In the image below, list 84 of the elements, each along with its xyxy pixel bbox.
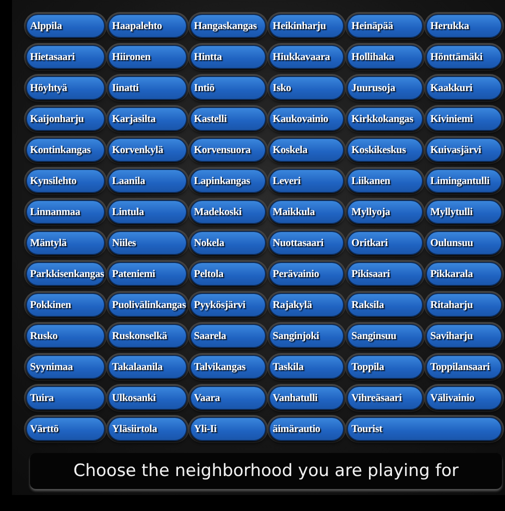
neighborhood-button[interactable]: Kuivasjärvi — [426, 138, 502, 162]
neighborhood-button[interactable]: Liikanen — [347, 169, 424, 193]
neighborhood-button[interactable]: Kaakkuri — [426, 76, 502, 100]
neighborhood-button[interactable]: Vaara — [190, 386, 266, 410]
neighborhood-button[interactable]: Kynsilehto — [26, 169, 106, 193]
neighborhood-button[interactable]: Iinatti — [108, 76, 187, 100]
neighborhood-button[interactable]: Kaukovainio — [268, 107, 344, 131]
neighborhood-button[interactable]: Niiles — [108, 231, 187, 255]
neighborhood-button[interactable]: Kiviniemi — [426, 107, 502, 131]
prompt-text: Choose the neighborhood you are playing for — [30, 453, 502, 489]
neighborhood-button[interactable]: Hollihaka — [347, 45, 424, 69]
neighborhood-button[interactable]: Isko — [268, 76, 344, 100]
neighborhood-button[interactable]: Madekoski — [190, 200, 266, 224]
neighborhood-button[interactable]: Oritkari — [347, 231, 424, 255]
neighborhood-button[interactable]: Peltola — [190, 262, 266, 286]
neighborhood-button[interactable]: Nuottasaari — [268, 231, 344, 255]
neighborhood-button[interactable]: Alppila — [26, 14, 106, 38]
neighborhood-button[interactable]: Oulunsuu — [426, 231, 502, 255]
neighborhood-button[interactable]: Saarela — [190, 324, 266, 348]
neighborhood-button[interactable]: Toppilansaari — [426, 355, 502, 379]
neighborhood-button[interactable]: Heikinharju — [268, 14, 344, 38]
neighborhood-button[interactable]: Ruskonselkä — [108, 324, 187, 348]
neighborhood-button[interactable]: Välivainio — [426, 386, 502, 410]
neighborhood-button[interactable]: Värttö — [26, 417, 106, 441]
neighborhood-button[interactable]: Haapalehto — [108, 14, 187, 38]
neighborhood-button[interactable]: Tourist — [347, 417, 502, 441]
neighborhood-button[interactable]: Ulkosanki — [108, 386, 187, 410]
neighborhood-button[interactable]: Kirkkokangas — [347, 107, 424, 131]
neighborhood-button[interactable]: Pokkinen — [26, 293, 106, 317]
neighborhood-button[interactable]: Hietasaari — [26, 45, 106, 69]
neighborhood-button[interactable]: Leveri — [268, 169, 344, 193]
neighborhood-button[interactable]: Hönttämäki — [426, 45, 502, 69]
neighborhood-button[interactable]: Raksila — [347, 293, 424, 317]
neighborhood-button[interactable]: Toppila — [347, 355, 424, 379]
neighborhood-button[interactable]: Koskikeskus — [347, 138, 424, 162]
neighborhood-button[interactable]: Sanginjoki — [268, 324, 344, 348]
neighborhood-button[interactable]: Hintta — [190, 45, 266, 69]
neighborhood-button[interactable]: Takalaanila — [108, 355, 187, 379]
neighborhood-button[interactable]: Nokela — [190, 231, 266, 255]
neighborhood-button[interactable]: äimärautio — [268, 417, 344, 441]
neighborhood-button[interactable]: Kontinkangas — [26, 138, 106, 162]
neighborhood-button[interactable]: Mäntylä — [26, 231, 106, 255]
neighborhood-button[interactable]: Kastelli — [190, 107, 266, 131]
neighborhood-button[interactable]: Ritaharju — [426, 293, 502, 317]
neighborhood-button[interactable]: Korvensuora — [190, 138, 266, 162]
neighborhood-button[interactable]: Koskela — [268, 138, 344, 162]
neighborhood-button[interactable]: Myllytulli — [426, 200, 502, 224]
neighborhood-button[interactable]: Herukka — [426, 14, 502, 38]
neighborhood-button[interactable]: Yläsiirtola — [108, 417, 187, 441]
neighborhood-button[interactable]: Pikisaari — [347, 262, 424, 286]
neighborhood-button[interactable]: Taskila — [268, 355, 344, 379]
neighborhood-button[interactable]: Juurusoja — [347, 76, 424, 100]
neighborhood-button[interactable]: Rajakylä — [268, 293, 344, 317]
neighborhood-button[interactable]: Yli-Ii — [190, 417, 266, 441]
neighborhood-button[interactable]: Sanginsuu — [347, 324, 424, 348]
neighborhood-button[interactable]: Hangaskangas — [190, 14, 266, 38]
neighborhood-button[interactable]: Talvikangas — [190, 355, 266, 379]
neighborhood-button[interactable]: Pyykösjärvi — [190, 293, 266, 317]
neighborhood-button[interactable]: Korvenkylä — [108, 138, 187, 162]
neighborhood-button[interactable]: Myllyoja — [347, 200, 424, 224]
neighborhood-button[interactable]: Intiö — [190, 76, 266, 100]
neighborhood-button[interactable]: Vihreäsaari — [347, 386, 424, 410]
neighborhood-button[interactable]: Laanila — [108, 169, 187, 193]
neighborhood-button[interactable]: Kaijonharju — [26, 107, 106, 131]
neighborhood-button[interactable]: Puolivälinkangas — [108, 293, 187, 317]
neighborhood-button[interactable]: Lapinkangas — [190, 169, 266, 193]
neighborhood-button[interactable]: Parkkisenkangas — [26, 262, 106, 286]
neighborhood-button[interactable]: Hiukkavaara — [268, 45, 344, 69]
neighborhood-button[interactable]: Karjasilta — [108, 107, 187, 131]
neighborhood-button[interactable]: Rusko — [26, 324, 106, 348]
neighborhood-button[interactable]: Perävainio — [268, 262, 344, 286]
neighborhood-button[interactable]: Linnanmaa — [26, 200, 106, 224]
neighborhood-button[interactable]: Pateniemi — [108, 262, 187, 286]
neighborhood-button[interactable]: Heinäpää — [347, 14, 424, 38]
neighborhood-button[interactable]: Syynimaa — [26, 355, 106, 379]
neighborhood-button[interactable]: Hiironen — [108, 45, 187, 69]
neighborhood-button[interactable]: Maikkula — [268, 200, 344, 224]
neighborhood-button[interactable]: Lintula — [108, 200, 187, 224]
neighborhood-button[interactable]: Vanhatulli — [268, 386, 344, 410]
neighborhood-button[interactable]: Tuira — [26, 386, 106, 410]
neighborhood-button[interactable]: Limingantulli — [426, 169, 502, 193]
neighborhood-button[interactable]: Saviharju — [426, 324, 502, 348]
neighborhood-button[interactable]: Pikkarala — [426, 262, 502, 286]
neighborhood-button[interactable]: Höyhtyä — [26, 76, 106, 100]
